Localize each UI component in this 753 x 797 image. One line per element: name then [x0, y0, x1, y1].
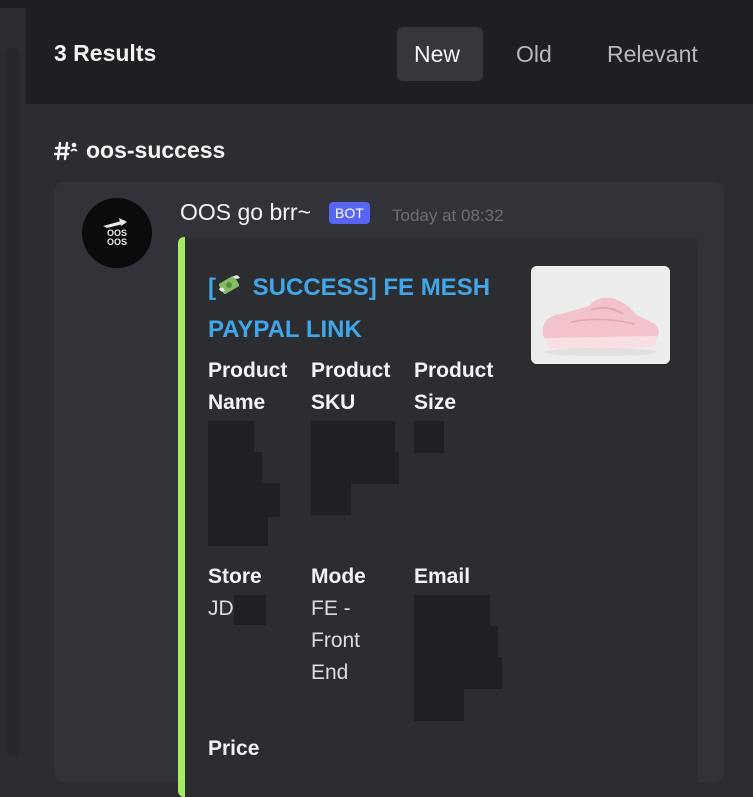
field-label-line2: Name	[208, 391, 266, 414]
results-count: 3 Results	[54, 40, 157, 66]
redacted-value	[208, 514, 268, 546]
field-label: Price	[208, 737, 260, 760]
redacted-value	[414, 595, 490, 629]
field-email: Email	[414, 561, 514, 593]
pink-sneaker-image[interactable]	[531, 266, 670, 364]
field-value-line: End	[311, 661, 349, 684]
field-value-line: FE -	[311, 597, 351, 620]
search-results-header: 3 Results New Old Relevant	[26, 8, 753, 104]
left-rail	[0, 8, 26, 756]
redacted-value	[414, 687, 464, 721]
embed-accent-bar	[178, 237, 185, 797]
redacted-value	[414, 421, 444, 453]
author-name[interactable]: OOS go brr~	[180, 199, 311, 226]
top-strip	[0, 0, 753, 8]
tab-new[interactable]: New	[397, 27, 483, 81]
field-label: Mode	[311, 565, 366, 588]
embed-title-prefix: [	[208, 274, 216, 301]
redacted-value	[234, 595, 266, 625]
redacted-value	[311, 421, 395, 455]
field-label: Product	[208, 359, 288, 382]
field-product-name: Product Name	[208, 355, 308, 419]
channel-name: oos-success	[86, 137, 226, 163]
embed: [ SUCCESS] FE MESH PAYPAL LINK Product N…	[178, 237, 698, 797]
field-product-sku: Product SKU	[311, 355, 411, 419]
bot-badge: BOT	[329, 202, 370, 224]
redacted-value	[311, 452, 399, 484]
field-mode: Mode FE - Front End	[311, 561, 411, 689]
redacted-value	[414, 626, 498, 660]
redacted-value	[208, 452, 262, 486]
tab-relevant[interactable]: Relevant	[590, 27, 715, 81]
field-label: Store	[208, 565, 262, 588]
field-label-line2: SKU	[311, 391, 356, 414]
redacted-value	[208, 421, 254, 455]
redacted-value	[311, 481, 351, 515]
field-label: Email	[414, 565, 471, 588]
field-product-size: Product Size	[414, 355, 514, 419]
field-value-line: Front	[311, 629, 361, 652]
money-with-wings-icon	[216, 273, 242, 311]
oos-logo-icon: OOS OOS	[103, 218, 127, 247]
redacted-value	[208, 483, 280, 517]
field-price: Price	[208, 733, 308, 765]
redacted-value	[414, 657, 502, 689]
timestamp: Today at 08:32	[392, 206, 504, 225]
embed-title[interactable]: [ SUCCESS] FE MESH PAYPAL LINK	[208, 269, 518, 349]
svg-text:OOS: OOS	[107, 237, 127, 247]
results-pane: oos-success OOS OOS OOS go brr~ BOT Toda…	[26, 104, 753, 797]
field-label: Product	[311, 359, 391, 382]
left-scrollbar-track[interactable]	[6, 48, 20, 756]
search-result-message[interactable]: OOS OOS OOS go brr~ BOT Today at 08:32 […	[54, 182, 724, 797]
field-label: Product	[414, 359, 494, 382]
avatar[interactable]: OOS OOS	[82, 198, 152, 268]
tab-old[interactable]: Old	[499, 27, 569, 81]
embed-title-text: SUCCESS] FE MESH PAYPAL LINK	[208, 274, 491, 343]
field-label-line2: Size	[414, 391, 457, 414]
threads-channel-icon	[54, 139, 80, 163]
channel-heading[interactable]: oos-success	[54, 137, 225, 164]
